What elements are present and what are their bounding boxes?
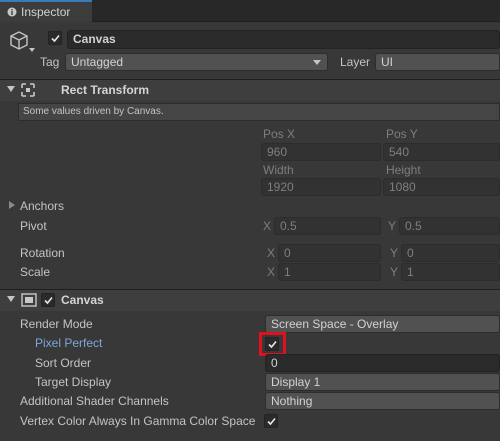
render-mode-value: Screen Space - Overlay [271,317,399,331]
target-display-label: Target Display [35,375,112,389]
pos-y-field[interactable]: 540 [383,143,500,161]
canvas-foldout-arrow-icon[interactable] [7,296,15,302]
driven-values-note: Some values driven by Canvas. [18,103,500,121]
pivot-y-axis-label: Y [388,219,397,233]
vertex-color-label: Vertex Color Always In Gamma Color Space [20,414,256,428]
tag-label: Tag [40,55,60,69]
pixel-perfect-checkbox[interactable] [265,337,279,351]
rotation-x-field[interactable]: 0 [278,244,381,262]
shader-channels-dropdown[interactable]: Nothing [265,392,500,410]
scale-x-axis-label: X [267,265,276,279]
layer-value: UI [381,55,393,69]
scale-x-field[interactable]: 1 [278,263,381,281]
rect-transform-icon [21,83,35,97]
object-name-input[interactable]: Canvas [67,30,500,49]
foldout-arrow-icon[interactable] [7,86,15,92]
rotation-y-axis-label: Y [390,246,399,260]
target-display-dropdown[interactable]: Display 1 [265,373,500,391]
render-mode-label: Render Mode [20,317,93,331]
pivot-x-field[interactable]: 0.5 [274,217,381,235]
sort-order-label: Sort Order [35,356,92,370]
target-display-value: Display 1 [271,375,321,389]
rotation-label: Rotation [20,246,65,260]
height-field[interactable]: 1080 [383,178,500,196]
layer-dropdown[interactable]: UI [375,53,500,71]
canvas-title: Canvas [61,293,104,307]
pivot-y-field[interactable]: 0.5 [399,217,500,235]
rotation-x-axis-label: X [267,246,276,260]
checkmark-icon [267,417,276,426]
rotation-y-field[interactable]: 0 [401,244,500,262]
anchors-label[interactable]: Anchors [20,199,64,213]
rect-transform-title: Rect Transform [61,83,150,97]
checkmark-icon [51,34,60,43]
scale-label: Scale [20,265,51,279]
anchors-foldout-icon[interactable] [9,201,15,209]
pos-x-field[interactable]: 960 [261,143,381,161]
render-mode-dropdown[interactable]: Screen Space - Overlay [265,315,500,333]
shader-channels-value: Nothing [271,394,313,408]
checkmark-icon [268,340,277,349]
canvas-component-icon [21,293,37,307]
pos-y-label: Pos Y [386,127,418,141]
checkmark-icon [44,296,53,305]
sort-order-field[interactable]: 0 [265,354,500,372]
vertex-color-checkbox[interactable] [264,414,278,428]
pixel-perfect-label: Pixel Perfect [35,336,103,350]
info-icon [7,6,17,17]
tab-label: Inspector [21,5,71,19]
pivot-label: Pivot [20,219,47,233]
pivot-x-axis-label: X [263,219,272,233]
chevron-down-icon [313,60,321,65]
icon-dropdown-arrow[interactable] [29,48,35,52]
layer-label: Layer [340,55,371,69]
shader-channels-label: Additional Shader Channels [20,394,169,408]
width-field[interactable]: 1920 [261,178,381,196]
canvas-enabled-checkbox[interactable] [41,293,55,307]
gameobject-cube-icon [8,30,30,52]
tab-inspector[interactable]: Inspector [0,0,92,22]
height-label: Height [386,163,421,177]
scale-y-axis-label: Y [390,265,399,279]
tag-value: Untagged [71,55,124,69]
scale-y-field[interactable]: 1 [401,263,500,281]
active-checkbox[interactable] [48,31,62,45]
tag-dropdown[interactable]: Untagged [65,53,328,71]
width-label: Width [263,163,294,177]
pos-x-label: Pos X [263,127,296,141]
